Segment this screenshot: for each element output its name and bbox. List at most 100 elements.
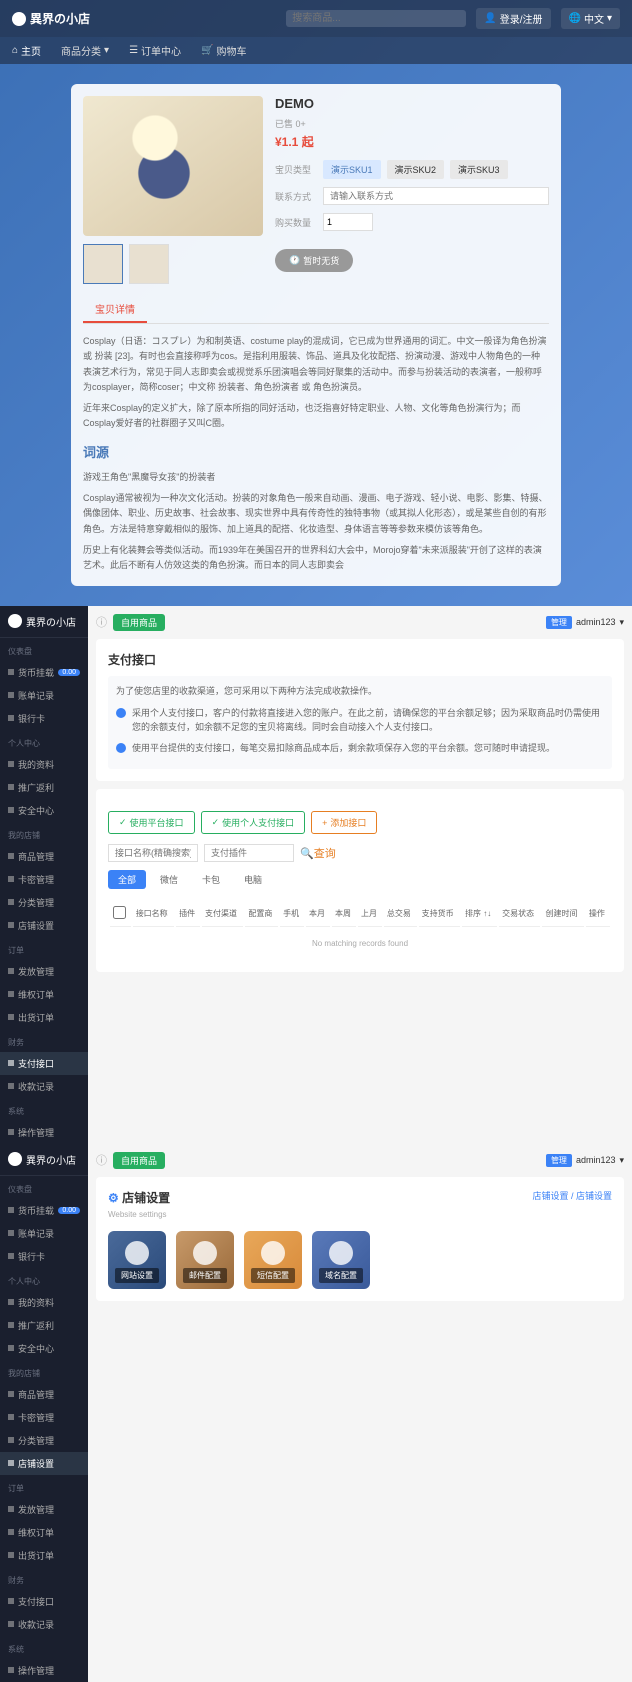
check-icon: ✓	[119, 817, 127, 828]
info-icon	[116, 743, 126, 753]
side-cards[interactable]: 卡密管理	[0, 1406, 88, 1429]
desc-p2: 近年来Cosplay的定义扩大，除了原本所指的同好活动，也泛指喜好特定职业、人物…	[83, 401, 549, 432]
desc-p1: Cosplay（日语：コスプレ）为和制英语、costume play的混成词，它…	[83, 334, 549, 395]
side-payment[interactable]: 支付接口	[0, 1052, 88, 1075]
side-security[interactable]: 安全中心	[0, 799, 88, 822]
sms-settings-card[interactable]: 短信配置	[244, 1231, 302, 1289]
domain-settings-card[interactable]: 域名配置	[312, 1231, 370, 1289]
desc-p3: 游戏王角色"黑魔导女孩"的扮装者	[83, 470, 549, 485]
user-badge[interactable]: 管理 admin123 ▾	[546, 1154, 624, 1167]
sold-count: 已售 0+	[275, 117, 549, 130]
globe-icon: 🌐	[569, 13, 581, 24]
side-products[interactable]: 商品管理	[0, 1383, 88, 1406]
side-currency[interactable]: 货币挂载0.00	[0, 661, 88, 684]
home-icon: ⌂	[12, 45, 18, 56]
mail-settings-card[interactable]: 邮件配置	[176, 1231, 234, 1289]
qty-label: 购买数量	[275, 216, 317, 229]
payment-table: 接口名称插件支付渠道配置商手机本月本周上月总交易支持货币排序 ↑↓交易状态创建时…	[108, 899, 612, 960]
side-dispute[interactable]: 维权订单	[0, 1521, 88, 1544]
side-bankcard[interactable]: 银行卡	[0, 707, 88, 730]
ftab-wechat[interactable]: 微信	[150, 870, 188, 889]
logo-text: 異界の小店	[30, 10, 90, 27]
side-profile[interactable]: 我的资料	[0, 1291, 88, 1314]
info-icon	[116, 708, 126, 718]
language-button[interactable]: 🌐 中文 ▾	[561, 8, 620, 29]
side-payment[interactable]: 支付接口	[0, 1590, 88, 1613]
side-dispute[interactable]: 维权订单	[0, 983, 88, 1006]
side-profile[interactable]: 我的资料	[0, 753, 88, 776]
side-bills[interactable]: 账单记录	[0, 1222, 88, 1245]
etymology-heading: 词源	[83, 442, 549, 464]
product-image	[83, 96, 263, 236]
side-bankcard[interactable]: 银行卡	[0, 1245, 88, 1268]
search-input[interactable]	[286, 10, 466, 27]
info-icon[interactable]: ⓘ	[96, 1152, 107, 1168]
sku-option-3[interactable]: 演示SKU3	[450, 160, 508, 179]
check-icon: ✓	[212, 817, 220, 828]
side-issue[interactable]: 发放管理	[0, 1498, 88, 1521]
contact-input[interactable]	[323, 187, 549, 205]
platform-interface-btn[interactable]: ✓使用平台接口	[108, 811, 195, 834]
side-group-finance: 财务	[0, 1033, 88, 1052]
side-issue[interactable]: 发放管理	[0, 960, 88, 983]
select-all[interactable]	[113, 906, 126, 919]
ftab-all[interactable]: 全部	[108, 870, 146, 889]
info-icon[interactable]: ⓘ	[96, 614, 107, 630]
side-shopset[interactable]: 店铺设置	[0, 1452, 88, 1475]
side-promo[interactable]: 推广返利	[0, 1314, 88, 1337]
thumbnail-1[interactable]	[83, 244, 123, 284]
side-shopset[interactable]: 店铺设置	[0, 914, 88, 937]
side-ship[interactable]: 出货订单	[0, 1544, 88, 1567]
thumbnail-2[interactable]	[129, 244, 169, 284]
search-btn[interactable]: 🔍查询	[300, 845, 336, 861]
type-label: 宝贝类型	[275, 163, 317, 176]
side-group-dashboard: 仪表盘	[0, 642, 88, 661]
nav-cart[interactable]: 🛒购物车	[201, 43, 246, 58]
payment-title: 支付接口	[108, 651, 612, 668]
side-cards[interactable]: 卡密管理	[0, 868, 88, 891]
plugin-filter[interactable]	[204, 844, 294, 862]
sidebar-logo: 異界の小店	[0, 1144, 88, 1176]
alert-intro: 为了使您店里的收款渠道，您可采用以下两种方法完成收款操作。	[116, 684, 604, 698]
side-ops[interactable]: 操作管理	[0, 1121, 88, 1144]
side-bills[interactable]: 账单记录	[0, 684, 88, 707]
side-receipts[interactable]: 收款记录	[0, 1075, 88, 1098]
sku-option-2[interactable]: 演示SKU2	[387, 160, 445, 179]
login-button[interactable]: 👤 登录/注册	[476, 8, 550, 29]
cart-icon: 🛒	[201, 45, 213, 56]
add-interface-btn[interactable]: +添加接口	[311, 811, 377, 834]
website-settings-card[interactable]: 网站设置	[108, 1231, 166, 1289]
buy-button[interactable]: 🕐 暂时无货	[275, 249, 353, 272]
side-ops[interactable]: 操作管理	[0, 1659, 88, 1682]
self-use-badge: 自用商品	[113, 614, 165, 631]
breadcrumb: 店铺设置 / 店铺设置	[532, 1189, 612, 1202]
nav-categories[interactable]: 商品分类▾	[61, 43, 109, 58]
nav-home[interactable]: ⌂主页	[12, 43, 41, 58]
quantity-input[interactable]	[323, 213, 373, 231]
side-products[interactable]: 商品管理	[0, 845, 88, 868]
side-receipts[interactable]: 收款记录	[0, 1613, 88, 1636]
clock-icon: 🕐	[289, 255, 300, 266]
side-currency[interactable]: 货币挂载0.00	[0, 1199, 88, 1222]
product-card: DEMO 已售 0+ ¥1.1 起 宝贝类型 演示SKU1 演示SKU2 演示S…	[71, 84, 561, 586]
sku-option-1[interactable]: 演示SKU1	[323, 160, 381, 179]
side-promo[interactable]: 推广返利	[0, 776, 88, 799]
name-filter[interactable]	[108, 844, 198, 862]
user-badge[interactable]: 管理 admin123 ▾	[546, 616, 624, 629]
side-group-orders: 订单	[0, 941, 88, 960]
side-ship[interactable]: 出货订单	[0, 1006, 88, 1029]
ftab-card[interactable]: 卡包	[192, 870, 230, 889]
tab-details[interactable]: 宝贝详情	[83, 296, 147, 323]
ftab-pc[interactable]: 电脑	[234, 870, 272, 889]
side-group-system: 系统	[0, 1102, 88, 1121]
side-category[interactable]: 分类管理	[0, 891, 88, 914]
contact-label: 联系方式	[275, 190, 317, 203]
side-security[interactable]: 安全中心	[0, 1337, 88, 1360]
product-title: DEMO	[275, 96, 549, 111]
nav-orders[interactable]: ☰订单中心	[129, 43, 181, 58]
side-category[interactable]: 分类管理	[0, 1429, 88, 1452]
admin-sidebar-2: 異界の小店 仪表盘 货币挂载0.00 账单记录 银行卡 个人中心 我的资料 推广…	[0, 1144, 88, 1682]
personal-interface-btn[interactable]: ✓使用个人支付接口	[201, 811, 306, 834]
side-group-shop: 我的店铺	[0, 826, 88, 845]
plus-icon: +	[322, 818, 327, 828]
